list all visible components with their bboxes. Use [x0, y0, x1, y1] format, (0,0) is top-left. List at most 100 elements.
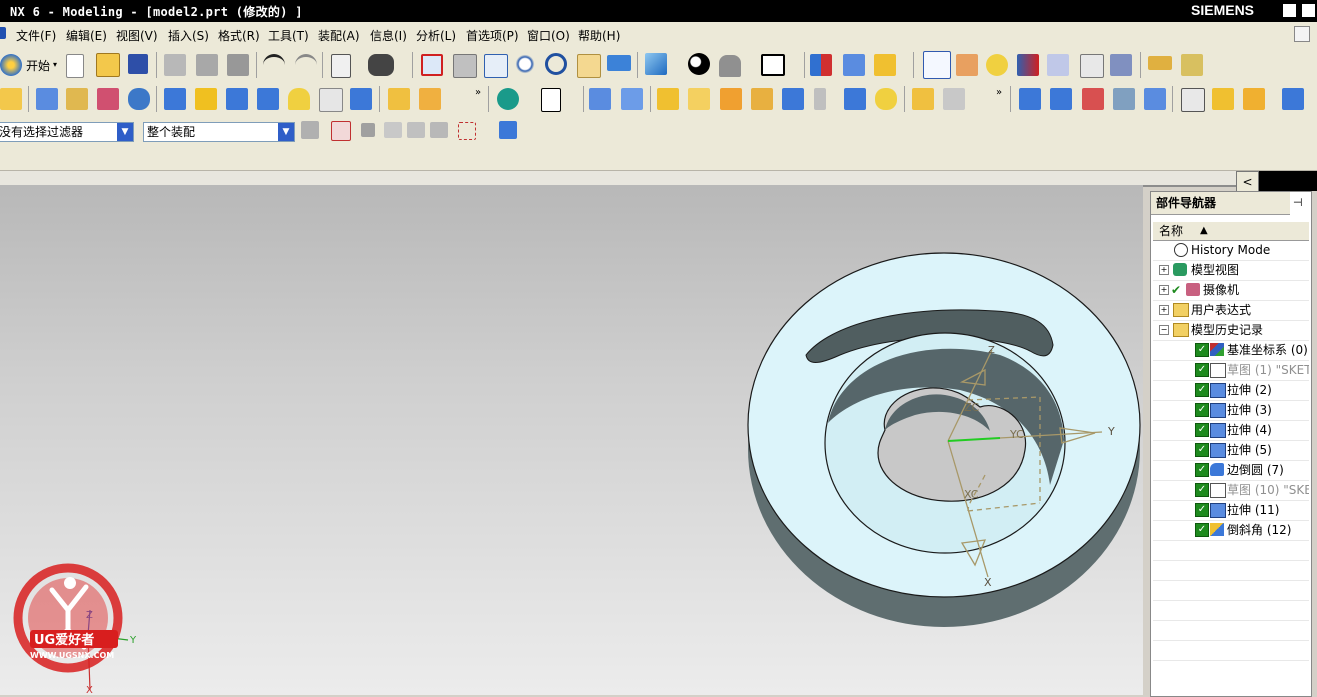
select-edge-icon[interactable]: [430, 122, 448, 138]
wcs-origin-icon[interactable]: [843, 54, 865, 76]
open-file-icon[interactable]: [96, 53, 120, 77]
swept-surface-icon[interactable]: [1082, 88, 1104, 110]
menu-file[interactable]: 文件(F): [16, 27, 56, 44]
pin-icon[interactable]: ⊣: [1293, 196, 1303, 209]
select-body-icon[interactable]: [384, 122, 402, 138]
sew-tool-icon[interactable]: [943, 88, 965, 110]
deselect-icon[interactable]: [361, 123, 375, 137]
view-section-icon[interactable]: [986, 54, 1008, 76]
offset-face-icon[interactable]: [844, 88, 866, 110]
datum-axis-icon[interactable]: [541, 88, 561, 112]
nav-item-extrude-2[interactable]: ✓ 拉伸 (2): [1153, 380, 1309, 401]
cut-icon[interactable]: [164, 54, 186, 76]
quick-pick-icon[interactable]: [1017, 54, 1039, 76]
minimize-window-icon[interactable]: [1283, 4, 1296, 17]
wcs-dynamics-icon[interactable]: [874, 54, 896, 76]
menu-window[interactable]: 窗口(O): [527, 27, 570, 44]
extrude-tool-icon[interactable]: [36, 88, 58, 110]
information-icon[interactable]: [331, 54, 351, 78]
expand-icon[interactable]: +: [1159, 285, 1169, 295]
draft-icon[interactable]: [1282, 88, 1304, 110]
subtract-tool-icon[interactable]: [688, 88, 710, 110]
start-dropdown-arrow[interactable]: ▾: [53, 60, 57, 69]
thread-tool-icon[interactable]: [814, 88, 826, 110]
graphics-window[interactable]: Z ZC YC Y XC X Z Y X UG爱好者 WWW.UGSNX.COM: [0, 185, 1143, 695]
paste-icon[interactable]: [227, 54, 249, 76]
checkbox[interactable]: ✓: [1195, 423, 1209, 437]
scale-body-icon[interactable]: [912, 88, 934, 110]
wcs-orient-icon[interactable]: [810, 54, 832, 76]
start-icon[interactable]: [0, 54, 22, 76]
undo-icon[interactable]: [263, 54, 285, 79]
pocket-tool-icon[interactable]: [226, 88, 248, 110]
sort-ascending-icon[interactable]: ▲: [1200, 222, 1208, 240]
nav-item-cameras[interactable]: + ✔ 摄像机: [1153, 280, 1309, 301]
start-button[interactable]: 开始: [26, 57, 50, 74]
menu-format[interactable]: 格式(R): [218, 27, 260, 44]
nav-item-history-mode[interactable]: History Mode: [1153, 240, 1309, 261]
checkbox[interactable]: ✓: [1195, 363, 1209, 377]
bounded-plane-icon[interactable]: [1113, 88, 1135, 110]
n-sided-icon[interactable]: [1144, 88, 1166, 110]
background-icon[interactable]: [688, 53, 710, 75]
chevron-down-icon[interactable]: ▼: [278, 123, 294, 141]
thicken-icon[interactable]: [1212, 88, 1234, 110]
toolbar-overflow-icon[interactable]: »: [475, 87, 481, 98]
expand-icon[interactable]: +: [1159, 305, 1169, 315]
checkbox[interactable]: ✓: [1195, 403, 1209, 417]
checkbox[interactable]: ✓: [1195, 343, 1209, 357]
type-filter-dropdown[interactable]: 没有选择过滤器 ▼: [0, 122, 134, 142]
measure-distance-icon[interactable]: [1148, 56, 1172, 70]
zoom-area-icon[interactable]: [484, 54, 508, 78]
menu-help[interactable]: 帮助(H): [578, 27, 620, 44]
split-body-icon[interactable]: [782, 88, 804, 110]
zoom-icon[interactable]: [514, 53, 536, 75]
menu-analysis[interactable]: 分析(L): [416, 27, 456, 44]
perspective-icon[interactable]: [607, 55, 631, 71]
expand-icon[interactable]: +: [1159, 265, 1169, 275]
hole-tool-icon[interactable]: [195, 88, 217, 110]
zoom-window-icon[interactable]: [453, 54, 477, 78]
select-faces-icon[interactable]: [1047, 54, 1069, 76]
extension-icon[interactable]: [1243, 88, 1265, 110]
nav-item-chamfer-12[interactable]: ✓ 倒斜角 (12): [1153, 520, 1309, 541]
select-curve-icon[interactable]: [407, 122, 425, 138]
new-file-icon[interactable]: [66, 54, 84, 78]
general-selection-icon[interactable]: [301, 121, 319, 139]
checkbox[interactable]: ✓: [1195, 523, 1209, 537]
revolve-tool-icon[interactable]: [66, 88, 88, 110]
checkbox[interactable]: ✓: [1195, 483, 1209, 497]
collapse-icon[interactable]: −: [1159, 325, 1169, 335]
close-document-button[interactable]: [1294, 26, 1310, 42]
menu-preferences[interactable]: 首选项(P): [466, 27, 519, 44]
redo-icon[interactable]: [295, 54, 317, 79]
checkbox[interactable]: ✓: [1195, 443, 1209, 457]
emboss-tool-icon[interactable]: [288, 88, 310, 110]
model-view[interactable]: Z ZC YC Y XC X Z Y X UG爱好者 WWW.UGSNX.COM: [0, 185, 1143, 695]
nav-item-datum-csys[interactable]: ✓ 基准坐标系 (0): [1153, 340, 1309, 361]
toolbar-overflow-icon-2[interactable]: »: [996, 87, 1002, 98]
select-arrow-icon[interactable]: [1080, 54, 1104, 78]
trim-body-icon[interactable]: [751, 88, 773, 110]
unite-tool-icon[interactable]: [657, 88, 679, 110]
shell-tool-icon[interactable]: [875, 88, 897, 110]
select-solid-icon[interactable]: [499, 121, 517, 139]
select-features-icon[interactable]: [1110, 54, 1132, 76]
nav-item-extrude-3[interactable]: ✓ 拉伸 (3): [1153, 400, 1309, 421]
fit-view-icon[interactable]: [421, 54, 443, 76]
nav-item-model-views[interactable]: + 模型视图: [1153, 260, 1309, 281]
nav-item-sketch-1[interactable]: ✓ 草图 (1) "SKETCH_000": [1153, 360, 1309, 381]
pad-tool-icon[interactable]: [257, 88, 279, 110]
through-curves-icon[interactable]: [1019, 88, 1041, 110]
menu-view[interactable]: 视图(V): [116, 27, 158, 44]
assembly-icon[interactable]: [0, 88, 22, 110]
slot-tool-icon[interactable]: [319, 88, 343, 112]
nav-item-extrude-11[interactable]: ✓ 拉伸 (11): [1153, 500, 1309, 521]
copy-icon[interactable]: [196, 54, 218, 76]
restore-window-icon[interactable]: [1302, 4, 1315, 17]
nav-item-model-history[interactable]: − 模型历史记录: [1153, 320, 1309, 341]
through-mesh-icon[interactable]: [1050, 88, 1072, 110]
menu-edit[interactable]: 编辑(E): [66, 27, 107, 44]
nav-item-extrude-5[interactable]: ✓ 拉伸 (5): [1153, 440, 1309, 461]
nav-item-edge-blend-7[interactable]: ✓ 边倒圆 (7): [1153, 460, 1309, 481]
